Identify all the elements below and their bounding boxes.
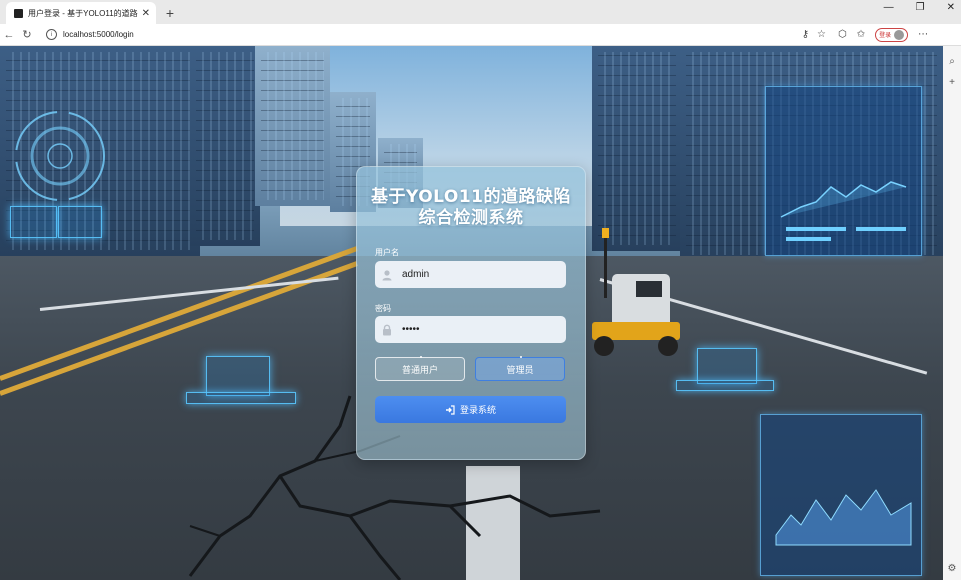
login-card: 基于YOLO11的道路缺陷 综合检测系统 用户名 admin 密码 ••••• … [356,166,586,460]
username-value: admin [402,269,430,280]
inspection-robot-graphic [592,228,680,356]
hologram-base [186,392,296,404]
username-field[interactable]: admin [375,261,566,288]
hud-panel [10,206,57,238]
login-button-label: 登录系统 [459,405,496,415]
window-controls: — ❐ ✕ [884,2,955,13]
bookmark-star-icon[interactable]: ☆ [817,29,826,40]
browser-tab[interactable]: 用户登录 - 基于YOLO11的道路缺陷 ✕ [6,2,156,24]
background-building [255,46,330,206]
site-info-icon[interactable]: i [46,29,57,40]
lock-icon [383,324,391,335]
key-icon[interactable]: ⚷ [802,29,809,40]
add-icon[interactable]: + [949,77,955,88]
favorites-icon[interactable]: ✩ [857,29,865,40]
user-icon [382,269,392,280]
page-favicon-icon [14,8,23,18]
browser-tab-bar: 用户登录 - 基于YOLO11的道路缺陷 ✕ + — ❐ ✕ [0,0,961,24]
dashboard-panel-top [765,86,922,256]
address-bar: ← ↻ i localhost:5000/login ⚷ ☆ ⬡ ✩ 登录 ⋯ [0,24,961,46]
close-window-icon[interactable]: ✕ [947,2,955,13]
password-label: 密码 [375,304,391,313]
sign-in-icon [445,404,455,415]
role-radio-indicator [520,356,522,358]
tab-title: 用户登录 - 基于YOLO11的道路缺陷 [28,8,138,18]
login-button[interactable]: 登录系统 [375,396,566,423]
line-chart-graphic [775,489,912,546]
url-field[interactable]: i localhost:5000/login ⚷ ☆ [42,26,832,43]
profile-label: 登录 [879,33,892,39]
profile-button[interactable]: 登录 [875,27,909,42]
browser-sidebar: ⌕ + ⚙ [942,46,961,580]
more-menu-icon[interactable]: ⋯ [918,29,928,40]
page-title: 基于YOLO11的道路缺陷 综合检测系统 [357,187,585,229]
role-radio-indicator [420,356,422,358]
back-icon[interactable]: ← [0,29,18,41]
password-field[interactable]: ••••• [375,316,566,343]
background-building [190,46,260,246]
hud-ring-graphic [15,111,105,201]
settings-gear-icon[interactable]: ⚙ [948,563,957,574]
avatar [894,29,905,40]
hologram-screen [206,356,270,396]
role-admin-label: 管理员 [506,364,534,375]
extensions-icon[interactable]: ⬡ [838,29,847,40]
url-text: localhost:5000/login [63,30,134,39]
password-value: ••••• [402,324,420,335]
close-tab-icon[interactable]: ✕ [142,8,150,19]
login-page: 基于YOLO11的道路缺陷 综合检测系统 用户名 admin 密码 ••••• … [0,46,943,580]
new-tab-button[interactable]: + [160,2,180,24]
title-line-1: 基于YOLO11的道路缺陷 [371,187,571,207]
restore-icon[interactable]: ❐ [916,2,925,13]
hologram-base [676,380,774,391]
username-label: 用户名 [375,248,399,257]
background-building [592,46,682,251]
minimize-icon[interactable]: — [884,2,894,13]
dashboard-panel-bottom [760,414,922,576]
role-user-button[interactable]: 普通用户 [375,356,465,381]
reload-icon[interactable]: ↻ [18,28,36,41]
title-line-2: 综合检测系统 [418,208,524,228]
hud-panel [58,206,102,238]
role-admin-button[interactable]: 管理员 [475,356,565,381]
role-user-label: 普通用户 [401,364,438,375]
hologram-screen [697,348,757,384]
search-icon[interactable]: ⌕ [949,56,955,67]
bar-chart-graphic [780,181,907,241]
